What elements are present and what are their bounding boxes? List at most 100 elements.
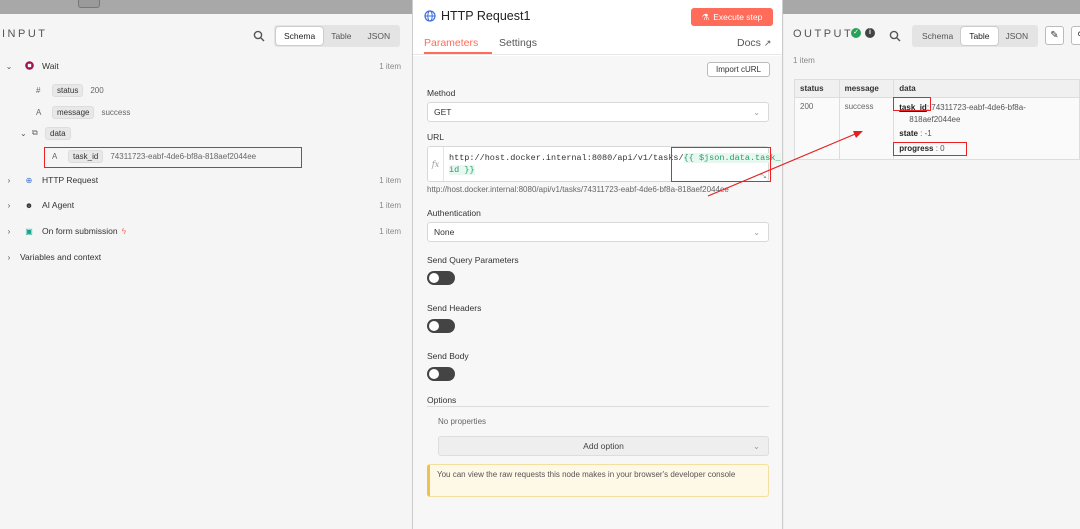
output-tab-schema[interactable]: Schema	[914, 27, 961, 45]
docs-label: Docs	[737, 37, 761, 49]
tree-node-label: Wait	[42, 61, 59, 71]
url-expression-part2: id }}	[449, 165, 475, 175]
modal-title-text[interactable]: HTTP Request1	[441, 9, 530, 23]
tree-node-http-request[interactable]: › ⊕ HTTP Request 1 item	[0, 171, 412, 189]
field-status[interactable]: # status 200	[36, 82, 104, 98]
authentication-label: Authentication	[427, 208, 481, 218]
output-tab-json[interactable]: JSON	[998, 27, 1037, 45]
item-count: 1 item	[379, 226, 401, 236]
chevron-down-icon: ⌄	[752, 440, 760, 451]
number-type-icon: #	[36, 85, 41, 95]
field-key[interactable]: status	[52, 83, 84, 97]
edit-output-button[interactable]: ✎	[1045, 26, 1064, 45]
data-state: state : -1	[899, 128, 1074, 140]
globe-icon	[424, 10, 436, 22]
method-select[interactable]: GET ⌄	[427, 102, 769, 122]
tree-node-form-submission[interactable]: › ▣ On form submission ϟ 1 item	[0, 222, 412, 240]
chevron-down-icon[interactable]: ⌄	[20, 129, 32, 138]
field-message[interactable]: A message success	[36, 104, 130, 120]
table-header-row: status message data	[794, 79, 1080, 98]
output-view-toggle: Schema Table JSON	[912, 25, 1039, 47]
docs-link[interactable]: Docs ↗	[737, 37, 771, 49]
chevron-right-icon[interactable]: ›	[3, 176, 15, 185]
input-tab-json[interactable]: JSON	[360, 27, 399, 45]
tab-underline	[424, 52, 492, 54]
annotation-box	[893, 142, 967, 156]
tree-node-label: Variables and context	[20, 252, 102, 262]
node-modal: HTTP Request1 ⚗ Execute step Parameters …	[412, 0, 783, 529]
wait-node-icon	[21, 60, 37, 72]
data-value: : 74311723-eabf-4de6-bf8a-	[926, 103, 1026, 112]
flask-icon: ⚗	[701, 11, 710, 22]
chevron-down-icon: ⌄	[753, 227, 760, 237]
success-check-icon: ✓	[851, 28, 861, 38]
import-curl-button[interactable]: Import cURL	[707, 62, 770, 77]
pencil-icon: ✎	[1050, 30, 1059, 41]
item-count: 1 item	[379, 61, 401, 71]
field-key[interactable]: message	[52, 105, 95, 119]
tab-settings[interactable]: Settings	[499, 37, 537, 49]
input-panel-title: INPUT	[2, 28, 48, 40]
data-key[interactable]: state	[899, 129, 918, 138]
column-header-message[interactable]: message	[838, 79, 895, 98]
input-tab-table[interactable]: Table	[323, 27, 359, 45]
send-body-toggle[interactable]	[427, 367, 455, 381]
field-key[interactable]: data	[45, 126, 71, 140]
add-option-label: Add option	[583, 441, 624, 451]
execute-step-label: Execute step	[713, 12, 763, 22]
chevron-right-icon[interactable]: ›	[3, 253, 15, 262]
robot-icon: ☻	[24, 200, 34, 210]
modal-header: HTTP Request1 ⚗ Execute step Parameters …	[413, 0, 782, 55]
field-value: 200	[90, 85, 104, 95]
input-panel: INPUT Schema Table JSON ⌄ Wait 1 item # …	[0, 14, 412, 529]
tree-node-label: On form submission	[42, 226, 118, 236]
object-type-icon: ⧉	[32, 128, 38, 137]
url-label: URL	[427, 132, 445, 142]
top-handle[interactable]	[78, 0, 100, 8]
tree-node-label: AI Agent	[42, 200, 75, 210]
modal-body: Import cURL Method GET ⌄ URL fx http://h…	[413, 56, 782, 529]
execute-step-button[interactable]: ⚗ Execute step	[691, 8, 773, 26]
add-option-button[interactable]: Add option ⌄	[438, 436, 769, 456]
chevron-down-icon[interactable]: ⌄	[3, 62, 15, 71]
send-headers-label: Send Headers	[427, 303, 482, 313]
column-header-data[interactable]: data	[893, 79, 1080, 98]
url-resolved-preview: http://host.docker.internal:8080/api/v1/…	[427, 185, 729, 194]
send-headers-toggle[interactable]	[427, 319, 455, 333]
external-link-icon: ↗	[763, 38, 772, 48]
item-count: 1 item	[379, 200, 401, 210]
string-type-icon: A	[36, 107, 42, 117]
url-prefix: http://host.docker.internal:8080/api/v1/…	[449, 153, 684, 163]
cell-message[interactable]: success	[838, 97, 895, 160]
column-header-status[interactable]: status	[794, 79, 840, 98]
chevron-down-icon: ⌄	[753, 107, 760, 117]
modal-title: HTTP Request1	[424, 9, 530, 23]
tree-node-ai-agent[interactable]: › ☻ AI Agent 1 item	[0, 196, 412, 214]
search-icon[interactable]	[889, 30, 901, 42]
authentication-select[interactable]: None ⌄	[427, 222, 769, 242]
field-value: success	[101, 107, 131, 117]
input-tab-schema[interactable]: Schema	[276, 27, 324, 45]
send-body-label: Send Body	[427, 351, 469, 361]
chevron-right-icon[interactable]: ›	[3, 227, 15, 236]
tree-node-wait[interactable]: ⌄ Wait 1 item	[0, 57, 412, 75]
output-item-count: 1 item	[793, 56, 815, 65]
lightning-icon: ϟ	[121, 226, 127, 236]
tab-parameters[interactable]: Parameters	[424, 37, 478, 49]
cell-status[interactable]: 200	[794, 97, 840, 160]
tree-node-variables[interactable]: › Variables and context	[0, 248, 412, 266]
chevron-right-icon[interactable]: ›	[3, 201, 15, 210]
field-data[interactable]: ⌄ ⧉ data	[20, 125, 71, 141]
item-count: 1 item	[379, 175, 401, 185]
globe-icon: ⊕	[25, 175, 33, 185]
pin-output-button[interactable]: ⚲	[1071, 26, 1080, 45]
method-label: Method	[427, 88, 456, 98]
developer-console-notice: You can view the raw requests this node …	[427, 464, 769, 497]
options-divider	[427, 406, 769, 407]
info-icon[interactable]: i	[865, 28, 875, 38]
output-panel: OUTPUT ✓ i Schema Table JSON ✎ ⚲ 1 item …	[784, 14, 1080, 529]
annotation-box	[44, 147, 302, 168]
search-icon[interactable]	[253, 30, 265, 42]
send-query-toggle[interactable]	[427, 271, 455, 285]
output-tab-table[interactable]: Table	[961, 27, 998, 45]
